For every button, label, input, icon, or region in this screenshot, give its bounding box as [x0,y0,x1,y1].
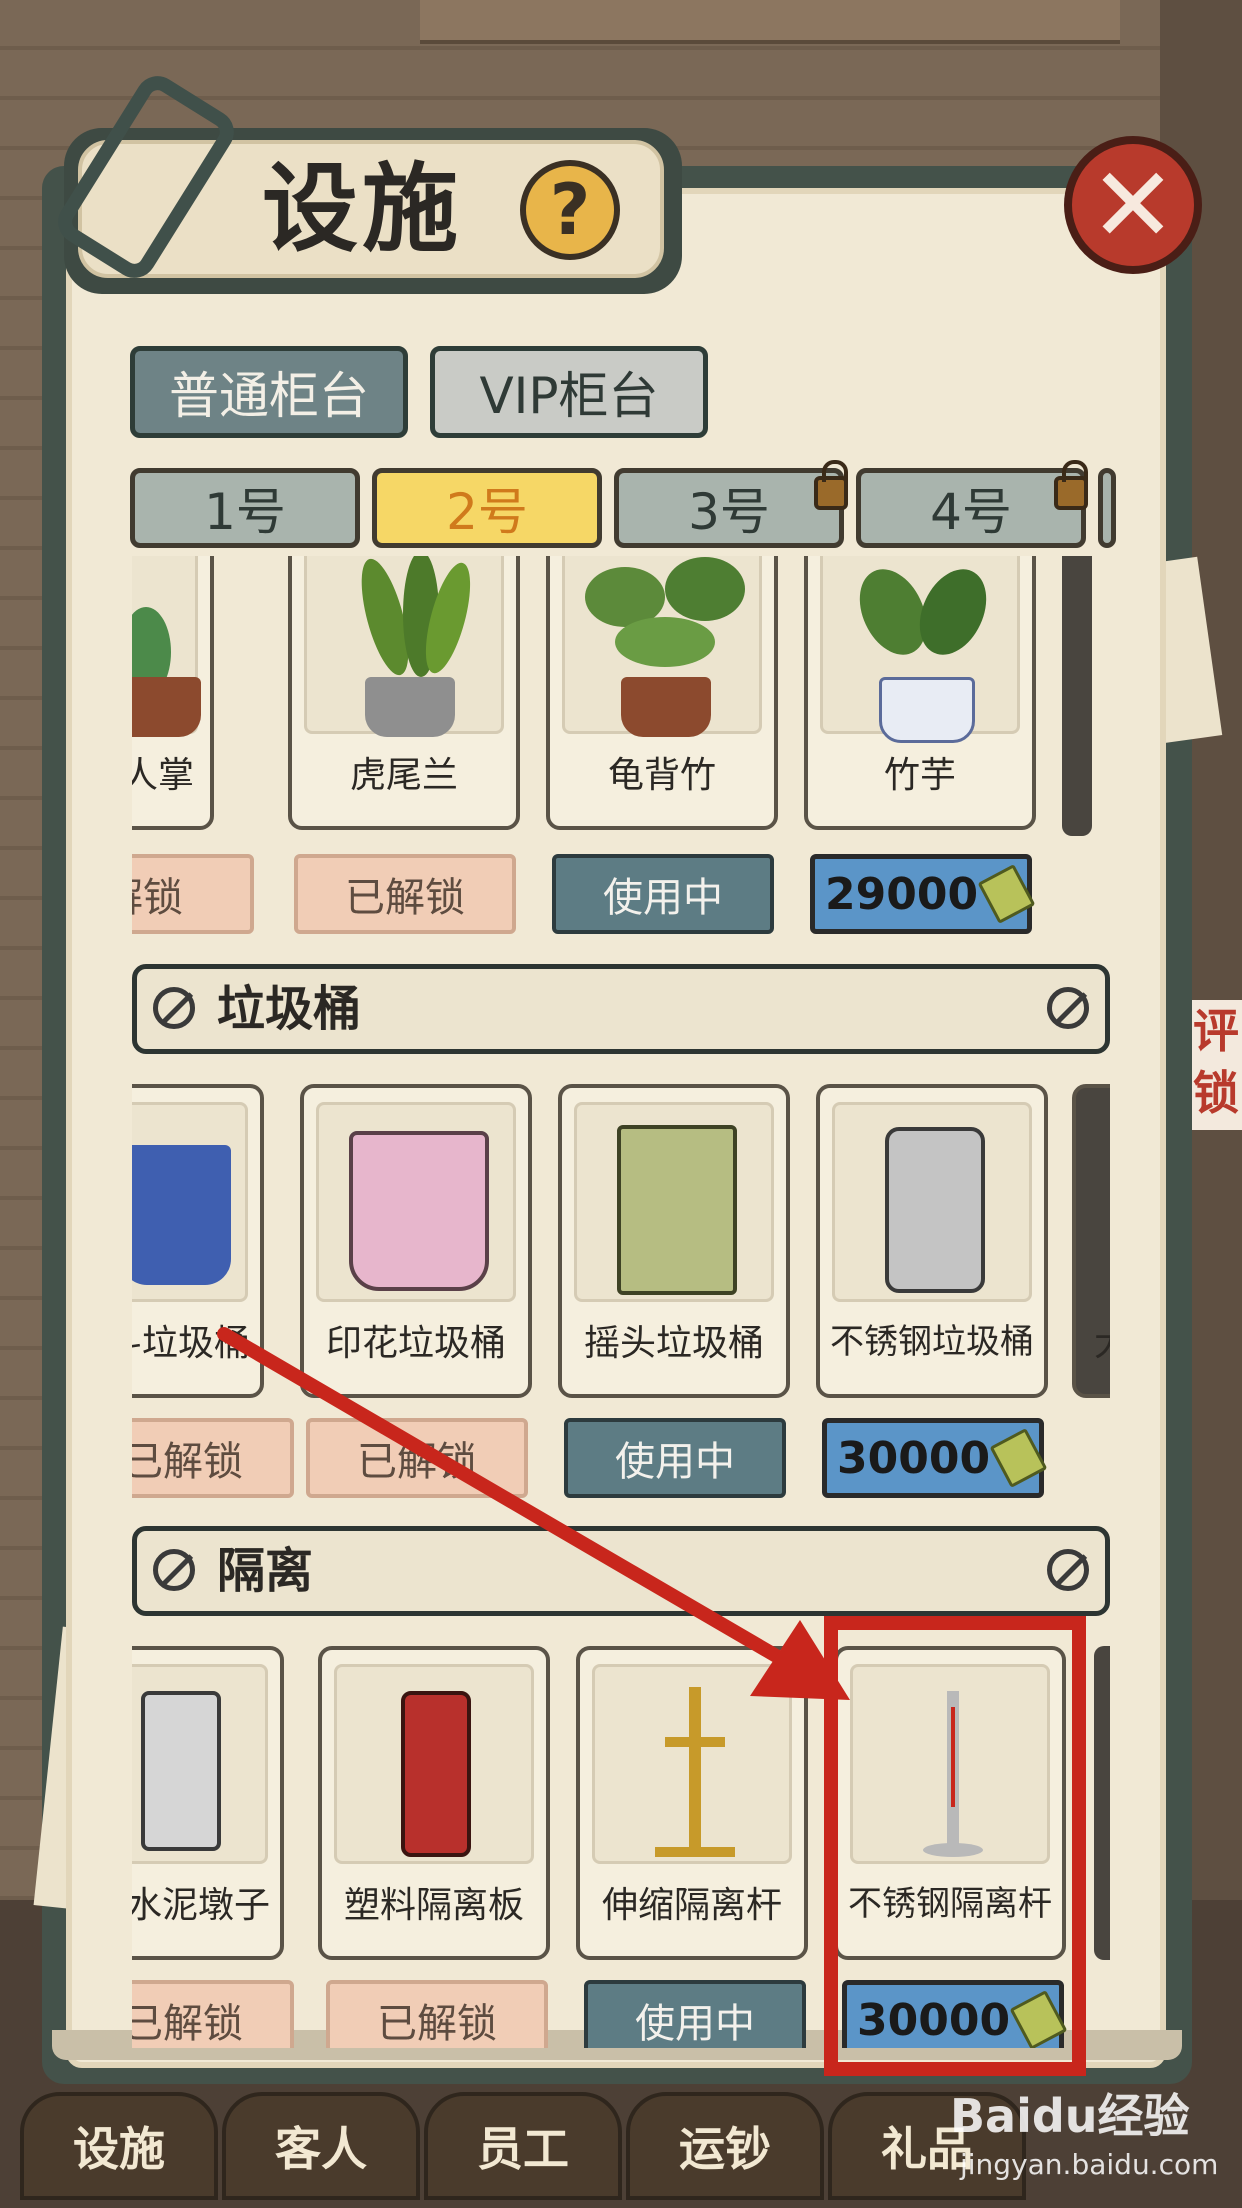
watermark-url: jingyan.baidu.com [960,2148,1219,2181]
annotation-highlight-box [824,1616,1086,2076]
watermark-brand: Baidu经验 [950,2089,1190,2143]
arrow-shaft [217,1327,797,1671]
